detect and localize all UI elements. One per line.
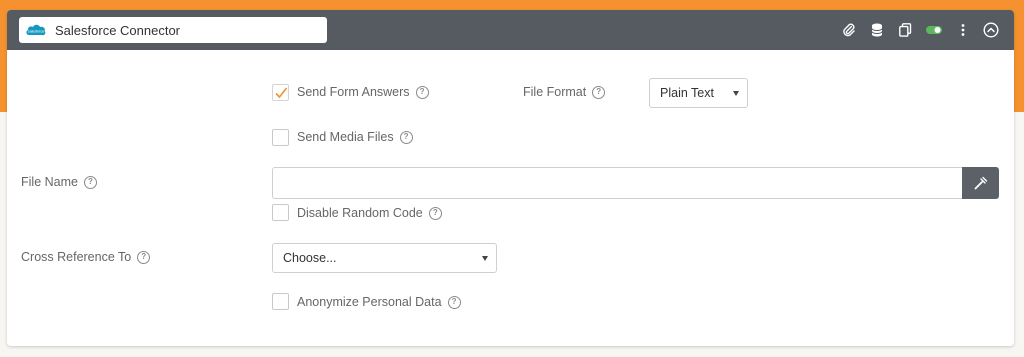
more-vertical-icon[interactable] [954, 20, 972, 40]
file-name-field [272, 167, 963, 199]
send-form-answers-checkbox[interactable] [272, 84, 289, 101]
anonymize-checkbox[interactable] [272, 293, 289, 310]
disable-random-code-checkbox[interactable] [272, 204, 289, 221]
help-icon[interactable]: ? [399, 130, 413, 144]
help-icon[interactable]: ? [83, 175, 97, 189]
title-box[interactable]: salesforce Salesforce Connector [19, 17, 327, 43]
send-form-answers-label: Send Form Answers ? [297, 85, 429, 99]
send-media-files-text: Send Media Files [297, 130, 394, 144]
cross-reference-label: Cross Reference To ? [21, 250, 151, 264]
file-name-input[interactable] [273, 168, 962, 198]
toggle-icon[interactable] [924, 20, 944, 40]
file-name-builder-button[interactable] [962, 167, 999, 199]
header-actions [840, 20, 1000, 40]
salesforce-logo-icon: salesforce [25, 22, 47, 38]
collapse-icon[interactable] [982, 20, 1000, 40]
send-media-files-label: Send Media Files ? [297, 130, 413, 144]
connector-title: Salesforce Connector [55, 22, 181, 38]
help-icon[interactable]: ? [428, 206, 442, 220]
file-format-value: Plain Text [660, 86, 714, 100]
caret-down-icon [733, 91, 739, 96]
caret-down-icon [482, 256, 488, 261]
help-icon[interactable]: ? [447, 295, 461, 309]
send-form-answers-text: Send Form Answers [297, 85, 410, 99]
cross-reference-value: Choose... [283, 251, 337, 265]
file-name-text: File Name [21, 175, 78, 189]
copy-icon[interactable] [896, 20, 914, 40]
cross-reference-text: Cross Reference To [21, 250, 132, 264]
connector-card: salesforce Salesforce Connector Send For… [7, 10, 1014, 346]
file-format-select[interactable]: Plain Text [649, 78, 748, 108]
file-format-text: File Format [523, 85, 587, 99]
file-name-label: File Name ? [21, 175, 97, 189]
database-icon[interactable] [868, 20, 886, 40]
magic-wand-icon [974, 176, 987, 190]
file-format-label: File Format ? [523, 85, 606, 99]
salesforce-logo-text: salesforce [28, 30, 44, 34]
paperclip-icon[interactable] [840, 20, 858, 40]
help-icon[interactable]: ? [415, 85, 429, 99]
cross-reference-select[interactable]: Choose... [272, 243, 497, 273]
help-icon[interactable]: ? [592, 85, 606, 99]
anonymize-label: Anonymize Personal Data ? [297, 295, 461, 309]
card-header: salesforce Salesforce Connector [7, 10, 1014, 50]
send-media-files-checkbox[interactable] [272, 129, 289, 146]
help-icon[interactable]: ? [137, 250, 151, 264]
checkmark-icon [275, 87, 288, 99]
disable-random-code-text: Disable Random Code [297, 206, 423, 220]
disable-random-code-label: Disable Random Code ? [297, 206, 442, 220]
anonymize-text: Anonymize Personal Data [297, 295, 442, 309]
